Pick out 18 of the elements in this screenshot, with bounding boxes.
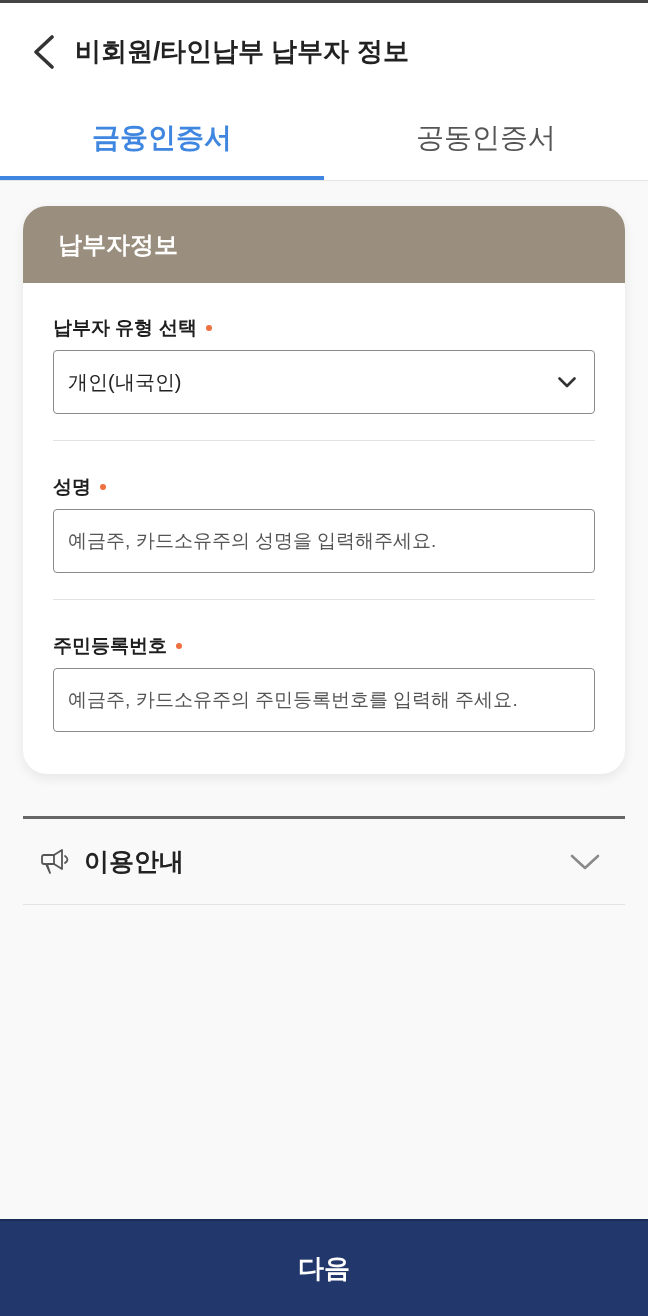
select-field[interactable]: 개인(내국인) xyxy=(53,350,595,414)
chevron-down-icon xyxy=(570,853,600,870)
select-value: 개인(내국인) xyxy=(68,370,182,395)
guide-title: 이용안내 xyxy=(84,845,184,877)
back-chevron-icon xyxy=(33,34,55,69)
guide-row[interactable]: 이용안내 xyxy=(23,819,625,905)
next-button[interactable]: 다음 xyxy=(0,1219,648,1316)
input-field[interactable]: 예금주, 카드소유주의 성명을 입력해주세요. xyxy=(53,509,595,573)
field-label: 주민등록번호 xyxy=(53,634,167,658)
tab[interactable]: 공동인증서 xyxy=(324,100,648,180)
input-field[interactable]: 예금주, 카드소유주의 주민등록번호를 입력해 주세요. xyxy=(53,668,595,732)
field-label: 납부자 유형 선택 xyxy=(53,316,197,340)
page-title: 비회원/타인납부 납부자 정보 xyxy=(75,35,409,68)
tab[interactable]: 금융인증서 xyxy=(0,100,324,180)
card-title: 납부자정보 xyxy=(58,229,178,260)
chevron-down-icon xyxy=(558,376,576,388)
field-label: 성명 xyxy=(53,475,91,499)
back-button[interactable] xyxy=(32,33,56,70)
